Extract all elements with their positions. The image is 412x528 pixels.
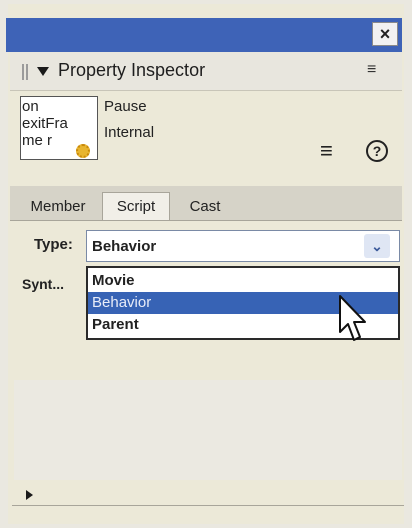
tab-script[interactable]: Script: [102, 192, 170, 220]
list-view-icon[interactable]: ≡: [320, 138, 333, 164]
empty-properties-area: [14, 380, 402, 480]
gear-icon: [76, 144, 90, 158]
mouse-pointer-icon: [339, 295, 366, 341]
type-label: Type:: [34, 236, 73, 253]
type-select-value: Behavior: [92, 238, 157, 255]
pause-property: Pause: [104, 98, 147, 115]
close-button[interactable]: ×: [372, 22, 398, 46]
footer-divider: [12, 505, 404, 506]
option-movie[interactable]: Movie: [88, 270, 398, 292]
chevron-down-icon[interactable]: ⌄: [364, 234, 390, 258]
tab-cast[interactable]: Cast: [176, 192, 234, 220]
drag-grip-icon[interactable]: [22, 64, 28, 80]
triangle-right-icon[interactable]: [26, 490, 33, 500]
window-titlebar[interactable]: [6, 18, 402, 52]
triangle-down-icon[interactable]: [37, 67, 49, 76]
syntax-label: Synt...: [22, 276, 65, 292]
help-icon[interactable]: ?: [366, 140, 388, 162]
thumbnail-text: on exitFra me r: [22, 98, 68, 149]
internal-property: Internal: [104, 124, 155, 141]
tab-member[interactable]: Member: [18, 192, 98, 220]
list-settings-icon[interactable]: ≡: [367, 61, 376, 79]
panel-title: Property Inspector: [58, 60, 206, 80]
